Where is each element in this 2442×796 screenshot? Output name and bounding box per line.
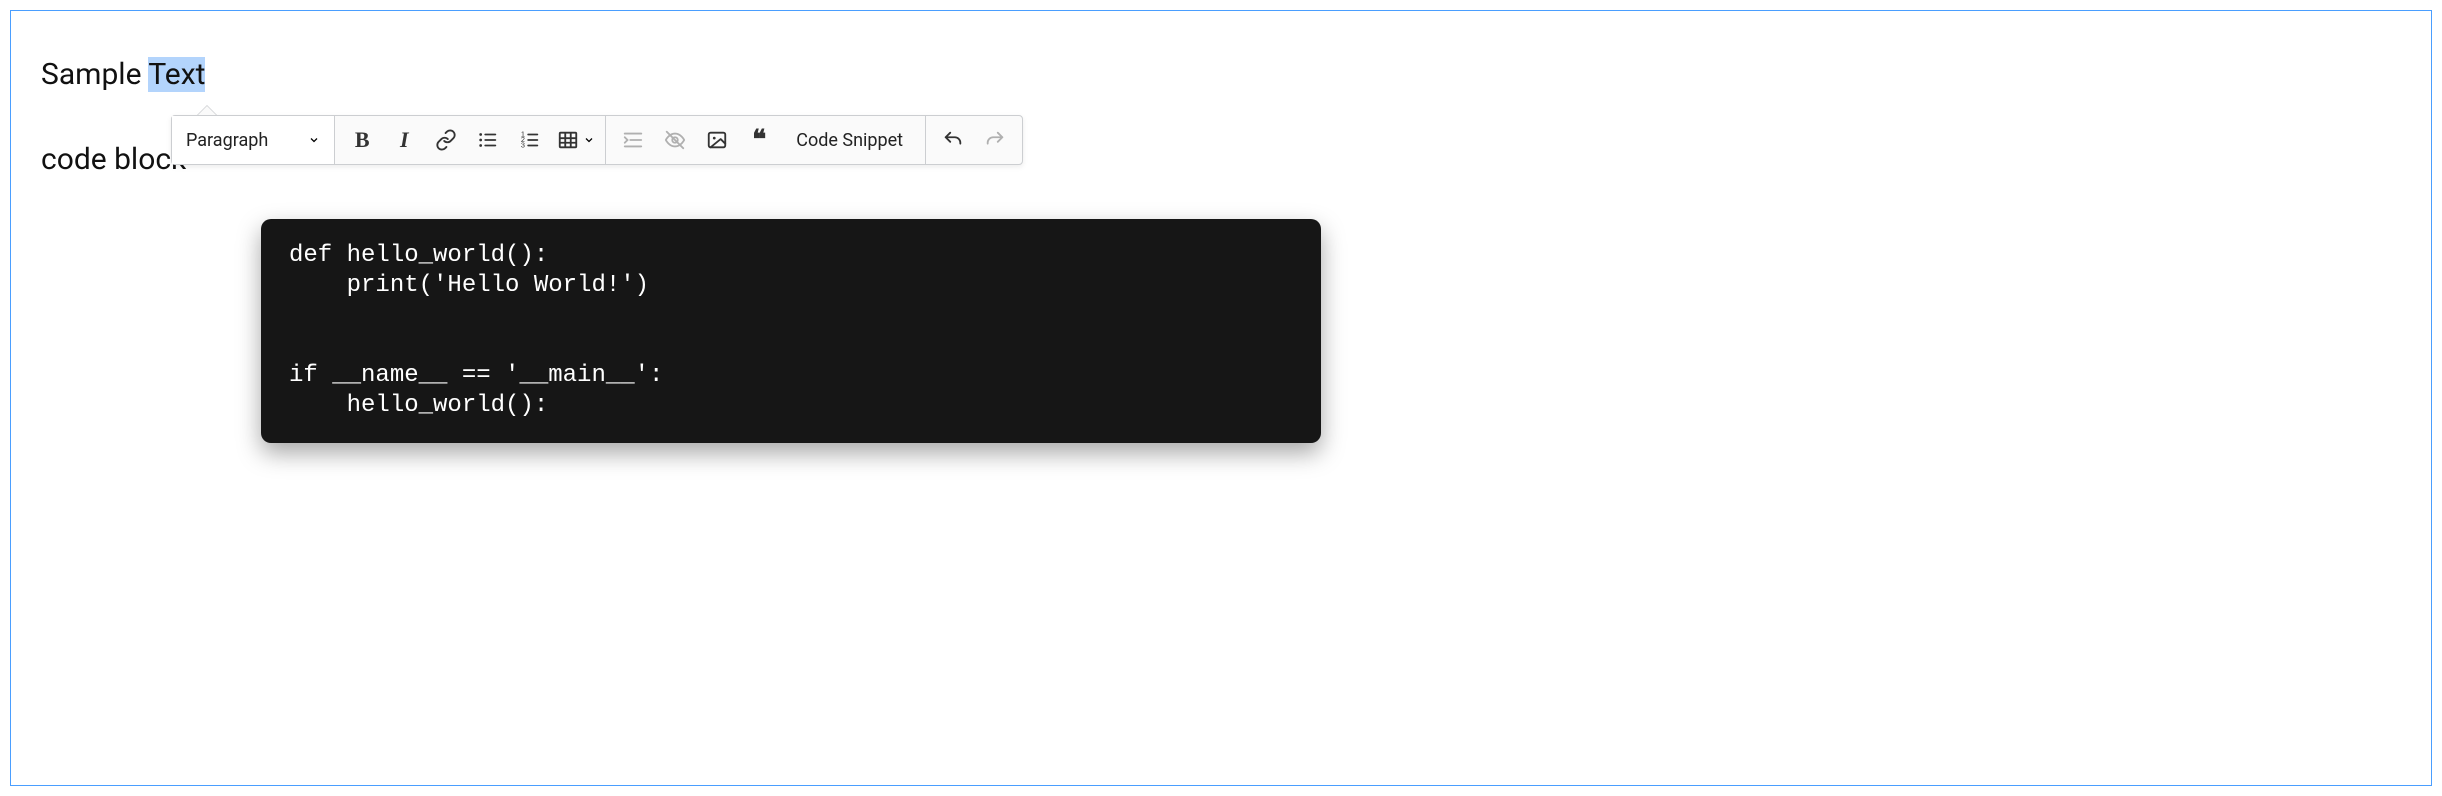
code-snippet-button[interactable]: Code Snippet — [780, 119, 919, 161]
editor-frame: Sample Text code block Paragraph B I 123 — [10, 10, 2432, 786]
bold-button[interactable]: B — [341, 119, 383, 161]
toolbar: Paragraph B I 123 — [171, 115, 1023, 165]
italic-icon: I — [400, 127, 409, 153]
heading-dropdown-label: Paragraph — [186, 130, 268, 151]
toolbar-group-insert: ❝ Code Snippet — [606, 116, 926, 164]
redo-icon — [984, 129, 1006, 151]
image-button[interactable] — [696, 119, 738, 161]
code-block[interactable]: def hello_world(): print('Hello World!')… — [261, 219, 1321, 443]
quote-icon: ❝ — [752, 127, 766, 153]
code-snippet-label: Code Snippet — [796, 130, 903, 151]
bulleted-list-icon — [477, 129, 499, 151]
svg-text:3: 3 — [521, 140, 525, 149]
indent-icon — [622, 129, 644, 151]
undo-icon — [942, 129, 964, 151]
balloon-toolbar: Paragraph B I 123 — [171, 115, 1023, 165]
link-icon — [435, 129, 457, 151]
bulleted-list-button[interactable] — [467, 119, 509, 161]
numbered-list-icon: 123 — [519, 129, 541, 151]
blockquote-button[interactable]: ❝ — [738, 119, 780, 161]
image-icon — [706, 129, 728, 151]
numbered-list-button[interactable]: 123 — [509, 119, 551, 161]
table-button — [555, 119, 581, 161]
chevron-down-icon — [583, 134, 595, 146]
balloon-arrow-icon — [197, 105, 217, 115]
bold-icon: B — [355, 127, 370, 153]
indent-button — [612, 119, 654, 161]
redo-button — [974, 119, 1016, 161]
toolbar-group-history — [926, 116, 1022, 164]
link-button[interactable] — [425, 119, 467, 161]
eye-off-icon — [664, 129, 686, 151]
code-block-container: def hello_world(): print('Hello World!')… — [261, 219, 2181, 443]
heading-dropdown[interactable]: Paragraph — [172, 116, 335, 164]
text-selection: Text — [148, 57, 205, 92]
chevron-down-icon — [308, 134, 320, 146]
table-icon — [557, 129, 579, 151]
italic-button[interactable]: I — [383, 119, 425, 161]
undo-button[interactable] — [932, 119, 974, 161]
table-dropdown[interactable] — [551, 119, 599, 161]
text-plain: Sample — [41, 57, 148, 92]
toolbar-group-format: B I 123 — [335, 116, 606, 164]
visibility-button — [654, 119, 696, 161]
content-paragraph-1[interactable]: Sample Text — [41, 55, 2401, 94]
